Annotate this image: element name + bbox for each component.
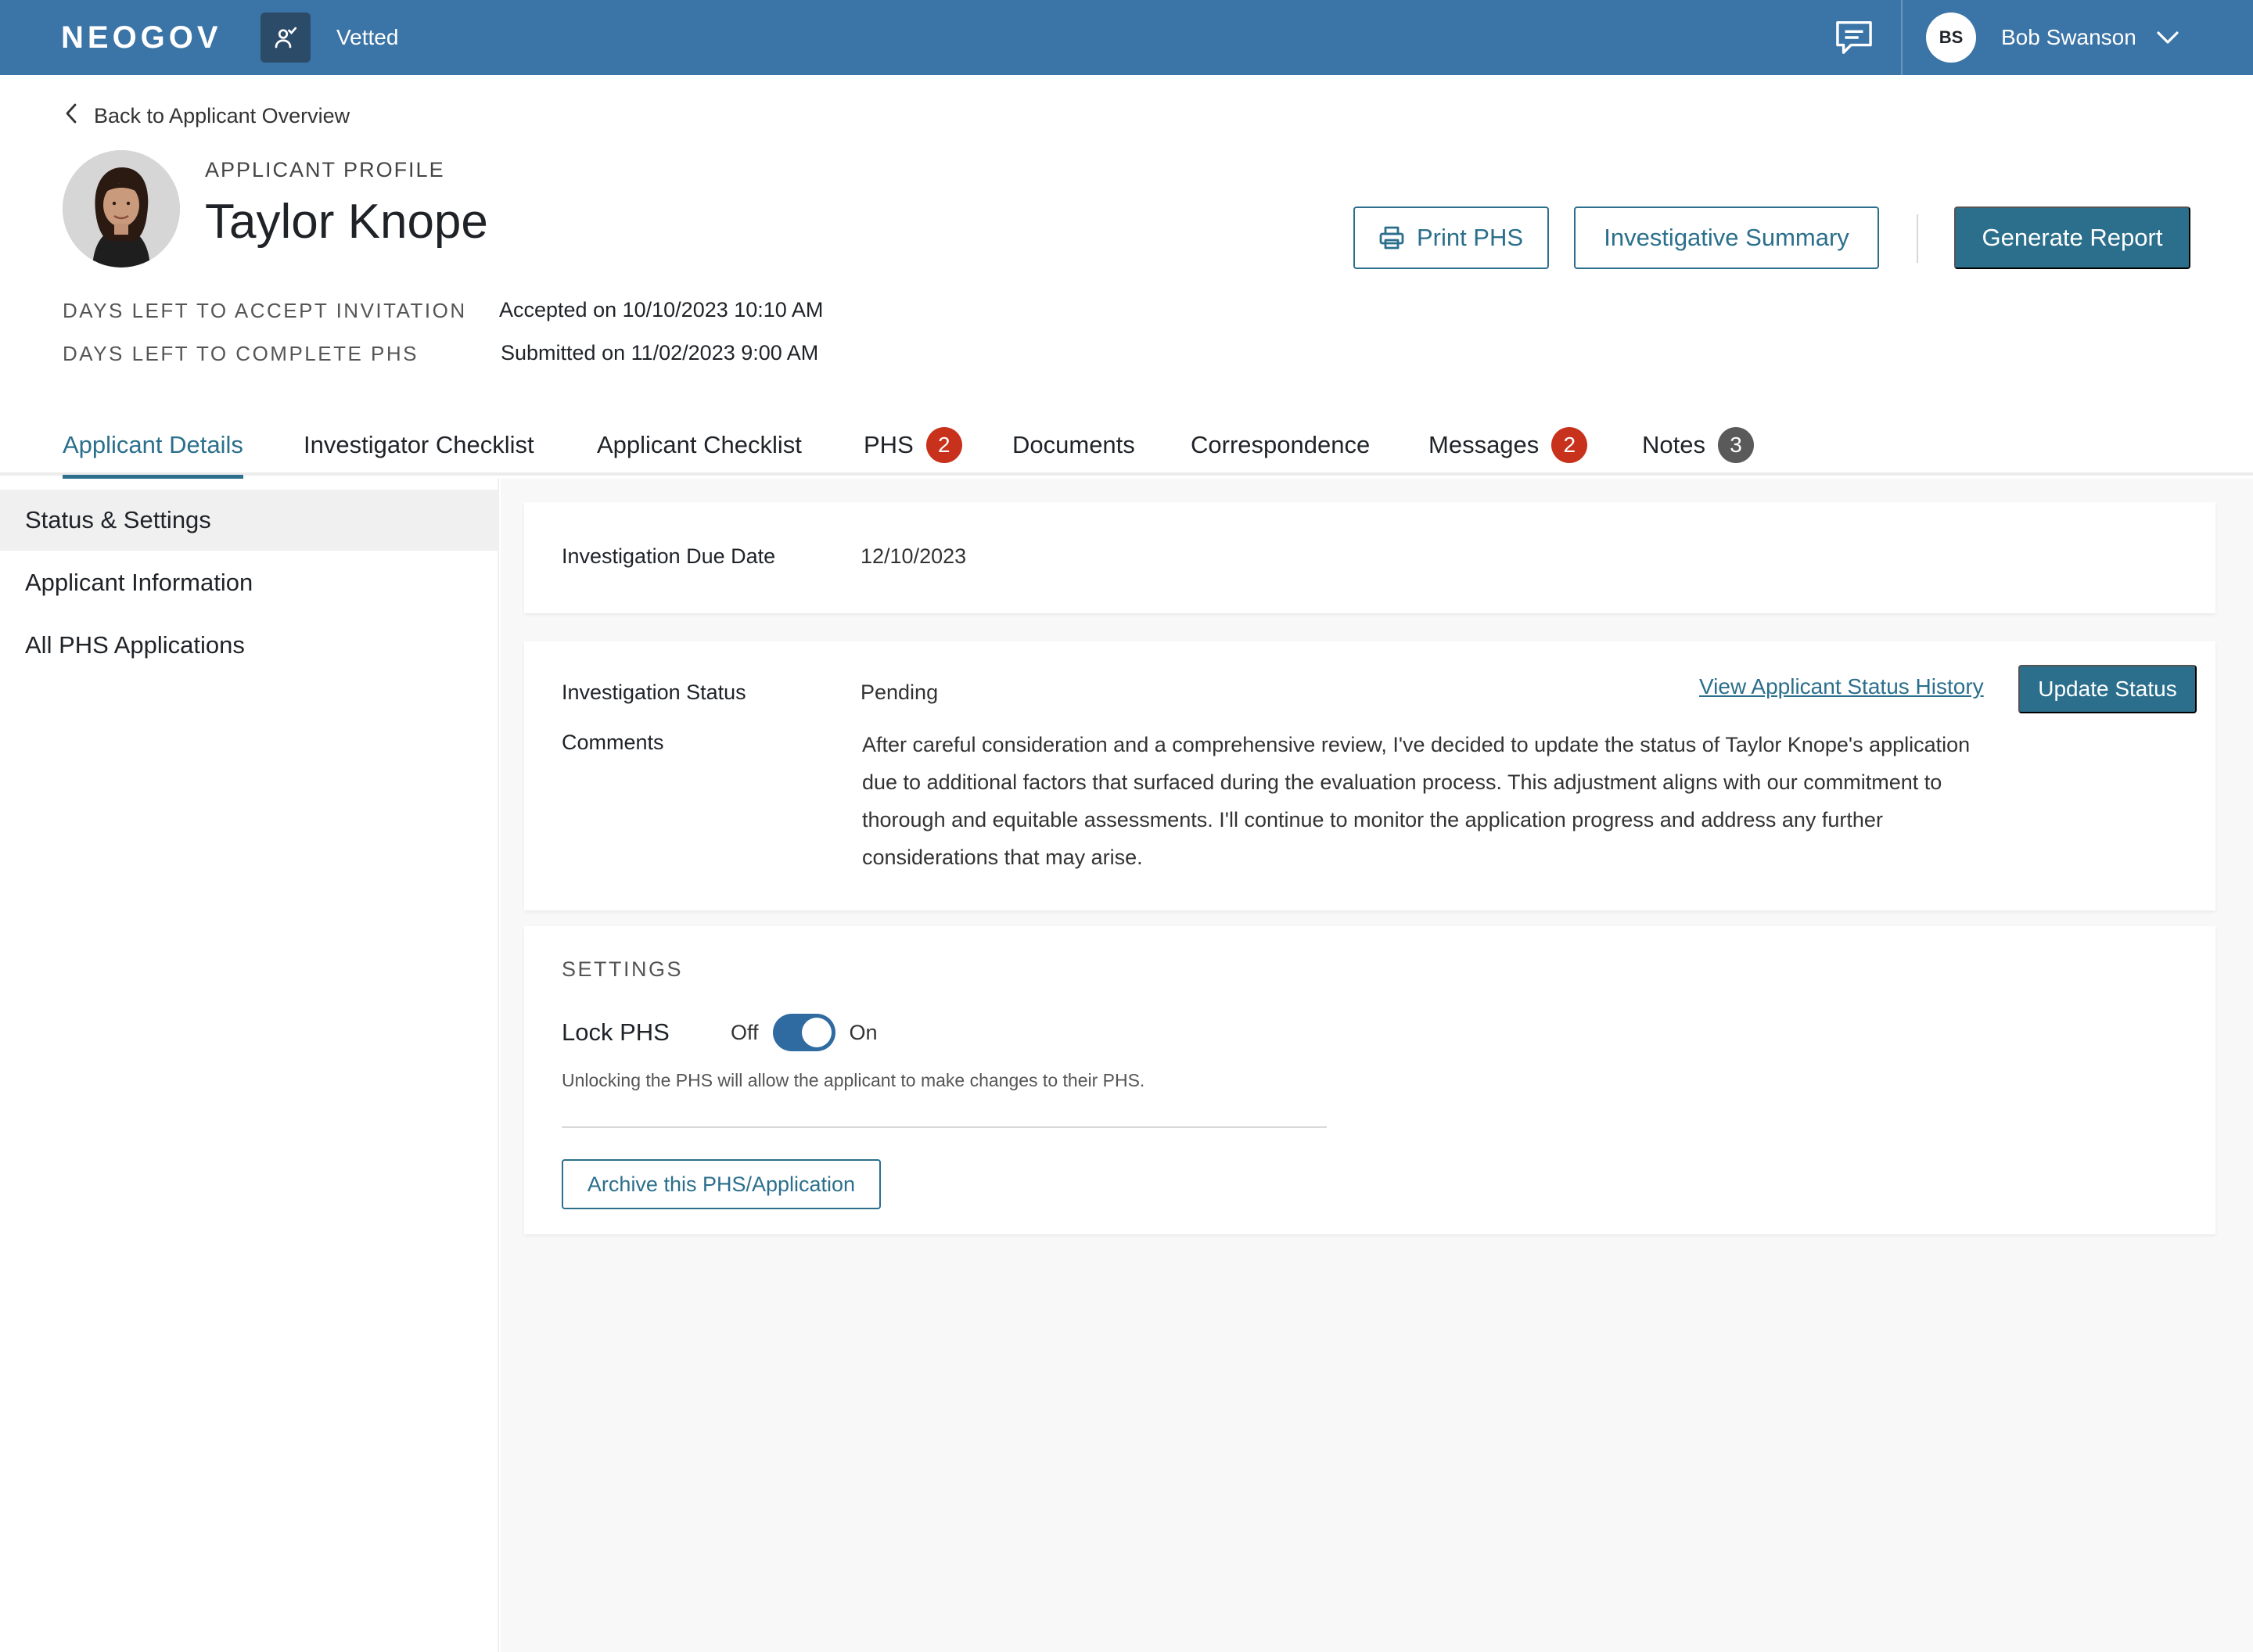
tab-label: Applicant Checklist [597,431,802,458]
status-value: Pending [861,681,939,704]
tab-label: Correspondence [1191,431,1371,458]
meta-label-accept: DAYS LEFT TO ACCEPT INVITATION [63,299,467,322]
sidebar-item-all-phs-applications[interactable]: All PHS Applications [0,615,498,676]
tab-messages[interactable]: Messages 2 [1428,415,1588,476]
meta-value-accept: Accepted on 10/10/2023 10:10 AM [499,298,824,321]
settings-card: SETTINGS Lock PHS Off On Unlocking the P… [524,926,2215,1234]
app-name[interactable]: Vetted [336,23,398,52]
tab-label: Applicant Details [63,431,243,458]
print-phs-button[interactable]: Print PHS [1353,206,1549,269]
tab-notes[interactable]: Notes 3 [1642,415,1754,476]
view-status-history-link[interactable]: View Applicant Status History [1699,674,1984,699]
back-link-label: Back to Applicant Overview [94,104,350,127]
chevron-down-icon[interactable] [2157,31,2179,45]
update-status-button[interactable]: Update Status [2018,665,2197,713]
topbar-divider [1901,0,1903,75]
lock-phs-toggle[interactable] [772,1014,835,1051]
tab-investigator-checklist[interactable]: Investigator Checklist [304,415,534,476]
applicant-name: Taylor Knope [205,195,488,249]
section-sidebar: Status & Settings Applicant Information … [0,479,499,1652]
sidebar-item-label: All PHS Applications [25,631,245,659]
meta-value-phs: Submitted on 11/02/2023 9:00 AM [501,341,819,365]
tab-label: Notes [1642,431,1705,458]
profile-tabs: Applicant Details Investigator Checklist… [0,415,2253,479]
toggle-knob [801,1018,832,1047]
status-label: Investigation Status [562,681,746,704]
sidebar-item-applicant-information[interactable]: Applicant Information [0,552,498,613]
print-phs-label: Print PHS [1416,224,1524,251]
notes-count-badge: 3 [1717,427,1754,463]
settings-divider [562,1126,1327,1128]
back-to-overview-link[interactable]: Back to Applicant Overview [66,103,350,129]
lock-phs-hint: Unlocking the PHS will allow the applica… [562,1070,1145,1090]
tab-label: PHS [864,431,914,458]
toggle-on-label: On [849,1020,878,1044]
applicant-photo [63,150,180,268]
header-divider [1917,214,1918,263]
due-date-label: Investigation Due Date [562,544,776,568]
user-menu[interactable]: BS Bob Swanson [1926,11,2179,64]
person-check-icon[interactable] [261,13,311,63]
tab-label: Investigator Checklist [304,431,534,458]
chevron-left-icon [66,103,77,129]
tab-documents[interactable]: Documents [1012,415,1135,476]
investigative-summary-button[interactable]: Investigative Summary [1574,206,1879,269]
settings-title: SETTINGS [562,957,684,981]
chat-icon[interactable] [1831,14,1878,61]
lock-phs-label: Lock PHS [562,1018,670,1046]
archive-application-button[interactable]: Archive this PHS/Application [562,1159,881,1209]
tab-label: Messages [1428,431,1540,458]
due-date-value: 12/10/2023 [861,544,967,568]
printer-icon [1379,226,1404,250]
generate-report-button[interactable]: Generate Report [1954,206,2190,269]
sidebar-item-status-settings[interactable]: Status & Settings [0,490,498,551]
due-date-card: Investigation Due Date 12/10/2023 [524,502,2215,613]
user-name[interactable]: Bob Swanson [2001,25,2136,50]
sidebar-item-label: Status & Settings [25,506,211,533]
phs-count-badge: 2 [925,427,962,463]
sidebar-item-label: Applicant Information [25,569,253,596]
lock-phs-toggle-group: Off On [731,1014,878,1051]
main-content: Investigation Due Date 12/10/2023 Invest… [501,479,2253,1652]
toggle-off-label: Off [731,1020,759,1044]
tab-applicant-details[interactable]: Applicant Details [63,415,243,479]
tab-applicant-checklist[interactable]: Applicant Checklist [597,415,802,476]
brand-logo[interactable]: NEOGOV [61,19,222,56]
investigation-status-card: Investigation Status Pending View Applic… [524,641,2215,910]
top-navigation-bar: NEOGOV Vetted BS Bob Swanson [0,0,2253,75]
tab-correspondence[interactable]: Correspondence [1191,415,1370,476]
avatar[interactable]: BS [1926,13,1976,63]
tab-phs[interactable]: PHS 2 [864,415,962,476]
tab-label: Documents [1012,431,1135,458]
comments-label: Comments [562,731,664,754]
meta-label-phs: DAYS LEFT TO COMPLETE PHS [63,342,419,365]
comments-text: After careful consideration and a compre… [862,733,1971,869]
messages-count-badge: 2 [1551,427,1588,463]
profile-eyebrow: APPLICANT PROFILE [205,158,445,181]
